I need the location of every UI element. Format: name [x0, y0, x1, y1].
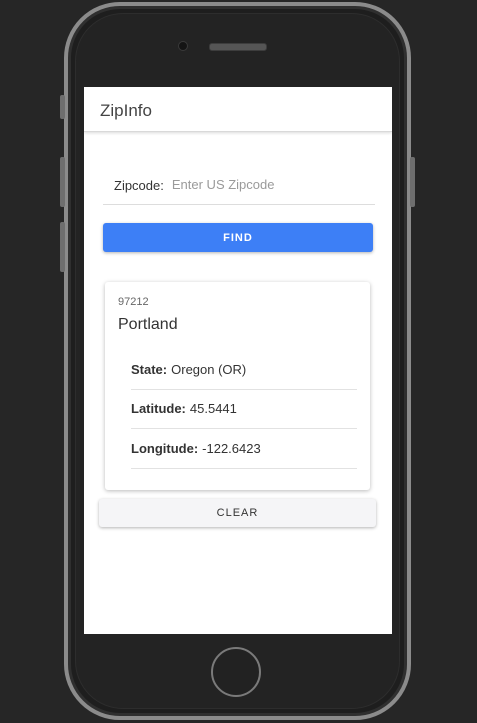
find-button[interactable]: FIND [103, 223, 373, 252]
home-button[interactable] [211, 647, 261, 697]
phone-volume-up-button [60, 157, 65, 207]
phone-volume-down-button [60, 222, 65, 272]
detail-key: State: [131, 362, 168, 377]
zipcode-field: Zipcode: [103, 170, 375, 205]
clear-button-label: CLEAR [216, 507, 259, 519]
zipcode-label: Zipcode: [114, 178, 164, 193]
app-bar: ZipInfo [84, 87, 392, 132]
result-zipcode: 97212 [118, 296, 149, 308]
detail-row-longitude: Longitude: -122.6423 [131, 429, 357, 469]
find-button-label: FIND [223, 231, 253, 244]
result-city: Portland [118, 316, 178, 333]
front-camera-icon [178, 41, 188, 51]
phone-silent-switch [60, 95, 65, 119]
clear-button[interactable]: CLEAR [99, 499, 376, 527]
app-screen: ZipInfo Zipcode: FIND 97212 Portland Sta… [84, 87, 392, 634]
detail-key: Longitude: [131, 441, 199, 456]
speaker-grille [209, 43, 267, 51]
result-card: 97212 Portland State: Oregon (OR) Latitu… [105, 282, 370, 490]
zipcode-input[interactable] [169, 175, 344, 194]
detail-row-latitude: Latitude: 45.5441 [131, 389, 357, 429]
detail-key: Latitude: [131, 401, 186, 416]
phone-power-button [410, 157, 415, 207]
detail-value: Oregon (OR) [171, 362, 247, 377]
detail-value: -122.6423 [202, 441, 261, 456]
app-title: ZipInfo [100, 101, 152, 120]
detail-value: 45.5441 [189, 401, 237, 416]
detail-row-state: State: Oregon (OR) [131, 350, 357, 390]
page-background: ZipInfo Zipcode: FIND 97212 Portland Sta… [0, 0, 477, 723]
